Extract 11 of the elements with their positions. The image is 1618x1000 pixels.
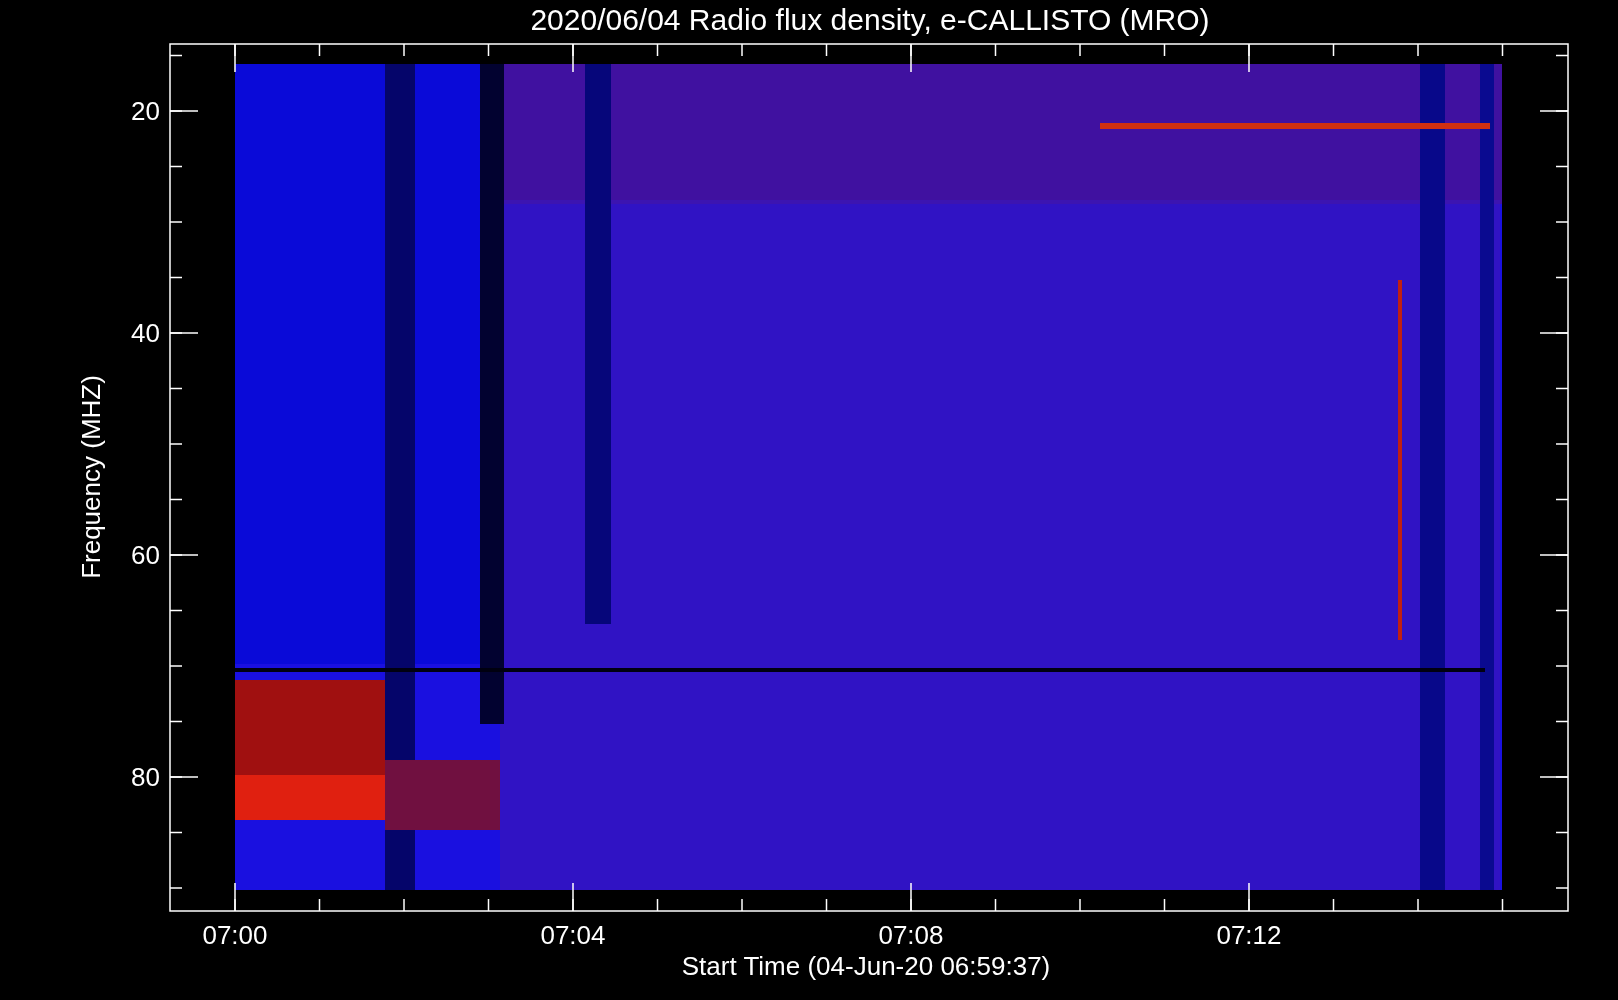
- y-tick-label: 60: [131, 540, 160, 570]
- x-tick-label: 07:00: [202, 920, 268, 950]
- x-tick-label: 07:04: [540, 920, 606, 950]
- y-axis-label: Frequency (MHZ): [76, 375, 106, 579]
- x-tick-label: 07:12: [1216, 920, 1282, 950]
- x-tick-label: 07:08: [878, 920, 944, 950]
- y-tick-label: 20: [131, 96, 160, 126]
- chart-title: 2020/06/04 Radio flux density, e-CALLISTO (MRO): [530, 3, 1210, 36]
- y-tick-label: 40: [131, 318, 160, 348]
- x-axis-label: Start Time (04-Jun-20 06:59:37): [681, 951, 1051, 981]
- y-tick-label: 80: [131, 762, 160, 792]
